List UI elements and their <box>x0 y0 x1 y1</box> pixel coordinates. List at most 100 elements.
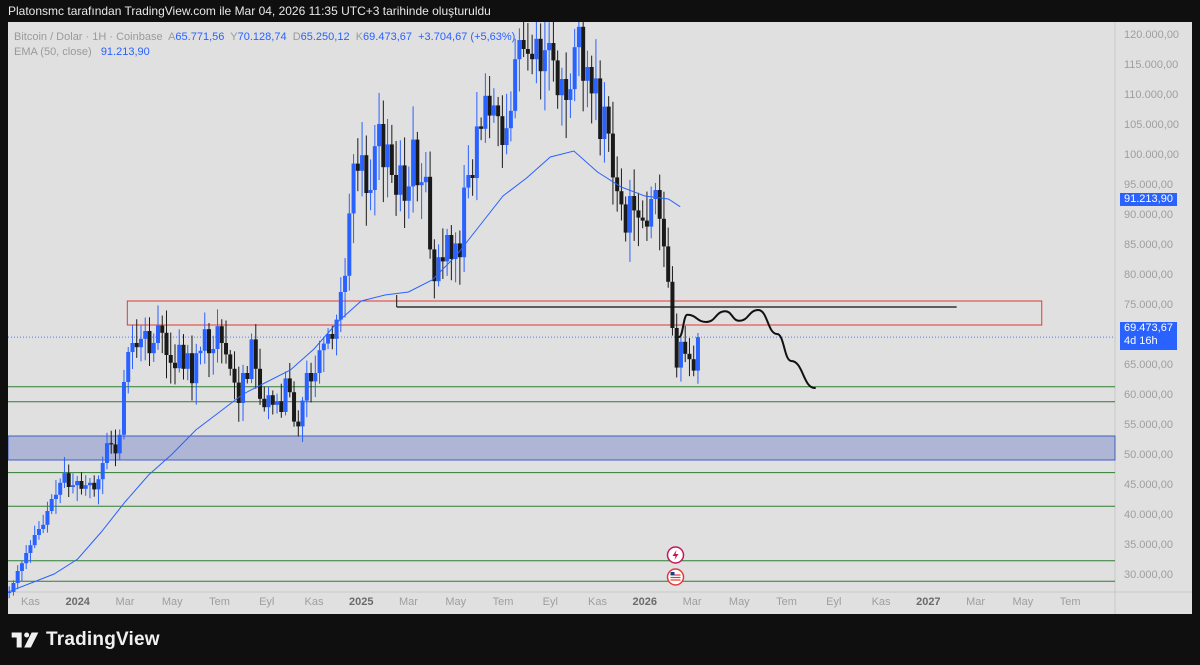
candle-body <box>96 479 101 490</box>
candle-body <box>355 163 360 171</box>
candle-body <box>576 26 581 48</box>
y-tick-label: 110.000,00 <box>1124 89 1178 101</box>
candle-body <box>53 494 58 499</box>
candle-body <box>470 175 475 178</box>
last-price-text: 69.473,67 <box>1124 322 1173 334</box>
candle-body <box>491 105 496 116</box>
candle-body <box>445 235 450 262</box>
candle-body <box>666 246 671 282</box>
candle-body <box>15 571 20 583</box>
candle-body <box>674 328 679 368</box>
candle-body <box>241 373 246 403</box>
y-tick-label: 95.000,00 <box>1124 179 1173 191</box>
candle-body <box>253 339 258 369</box>
caption-text: Platonsmc tarafından TradingView.com ile… <box>8 4 491 18</box>
earnings-event-icon <box>666 546 685 564</box>
candle-body <box>224 343 229 355</box>
candle-body <box>602 106 607 139</box>
y-tick-label: 75.000,00 <box>1124 299 1173 311</box>
candle-body <box>232 368 237 383</box>
chart-area[interactable]: 30.000,00 35.000,00 40.000,00 45.000,00 50.0… <box>8 22 1192 614</box>
candle-body <box>79 481 84 489</box>
candle-body <box>317 350 322 373</box>
candle-body <box>661 218 666 247</box>
candle-body <box>134 343 139 348</box>
candle-body <box>610 133 615 178</box>
candle-body <box>479 126 484 129</box>
candle-body <box>521 40 526 49</box>
open-value: 65.771,56 <box>175 31 225 43</box>
candle-body <box>547 43 552 51</box>
candle-body <box>245 373 250 379</box>
candle-body <box>36 529 41 535</box>
candle-body <box>428 176 433 250</box>
price-chart[interactable]: 30.000,00 35.000,00 40.000,00 45.000,00 50.0… <box>8 22 1192 614</box>
candle-body <box>262 398 267 408</box>
candle-body <box>649 199 654 227</box>
candle-body <box>66 473 71 487</box>
ema-value: 91.213,90 <box>100 46 150 58</box>
candle-body <box>177 344 182 369</box>
candle-body <box>372 146 377 190</box>
candle-body <box>126 352 131 382</box>
candle-body <box>164 332 169 355</box>
candle-body <box>474 126 479 178</box>
y-tick-label: 65.000,00 <box>1124 359 1173 371</box>
candle-body <box>70 485 75 487</box>
candle-body <box>368 190 373 193</box>
candle-body <box>640 217 645 221</box>
candle-body <box>508 110 513 129</box>
candle-body <box>398 165 403 195</box>
candle-body <box>589 67 594 94</box>
candle-body <box>130 343 135 352</box>
candle-body <box>313 373 318 382</box>
candle-body <box>330 334 335 339</box>
candle-body <box>415 139 420 186</box>
candle-body <box>160 325 165 333</box>
y-tick-label: 35.000,00 <box>1124 539 1173 551</box>
candle-body <box>296 421 301 427</box>
candle-body <box>202 329 207 351</box>
candle-body <box>517 40 522 60</box>
candle-body <box>138 338 143 348</box>
us-flag-event-icon <box>666 568 685 586</box>
x-tick-label: 2026 <box>633 596 657 608</box>
x-tick-label: Tem <box>209 596 230 608</box>
brand-name: TradingView <box>46 629 160 650</box>
ema-label[interactable]: EMA (50, close) <box>14 46 92 58</box>
candle-body <box>466 175 471 188</box>
candle-body <box>121 382 126 435</box>
candle-body <box>351 163 356 214</box>
candle <box>249 333 254 384</box>
support-zone-band <box>8 435 1116 461</box>
candle-body <box>292 392 297 422</box>
x-tick-label: Eyl <box>826 596 841 608</box>
x-tick-label: 2027 <box>916 596 940 608</box>
candle-body <box>211 349 216 354</box>
ohlc-row: Bitcoin / Dolar · 1H · Coinbase A65.771,… <box>14 30 515 45</box>
tradingview-logo-icon <box>11 632 39 648</box>
candle-body <box>525 49 530 54</box>
high-value: 70.128,74 <box>237 31 287 43</box>
x-tick-label: 2025 <box>349 596 373 608</box>
candle-body <box>449 235 454 259</box>
candle-body <box>360 155 365 171</box>
tradingview-logo[interactable]: TradingView <box>10 628 160 652</box>
x-tick-label: Mar <box>115 596 134 608</box>
symbol-label[interactable]: Bitcoin / Dolar · 1H · Coinbase <box>14 31 163 43</box>
candle-body <box>236 382 241 403</box>
candle-body <box>406 186 411 201</box>
caption-bar: Platonsmc tarafından TradingView.com ile… <box>0 0 1200 22</box>
candle-body <box>181 344 186 369</box>
x-tick-label: May <box>1012 596 1033 608</box>
last-price-tag: 69.473,67 4d 16h <box>1120 322 1177 350</box>
candle-body <box>45 511 50 525</box>
candle-body <box>49 499 54 511</box>
x-tick-label: Kas <box>21 596 40 608</box>
candle-body <box>632 196 637 211</box>
change-value: +3.704,67 (+5,63%) <box>418 31 516 43</box>
candle-body <box>258 368 263 399</box>
low-value: 65.250,12 <box>300 31 350 43</box>
candle-body <box>687 353 692 360</box>
candle-body <box>542 50 547 72</box>
